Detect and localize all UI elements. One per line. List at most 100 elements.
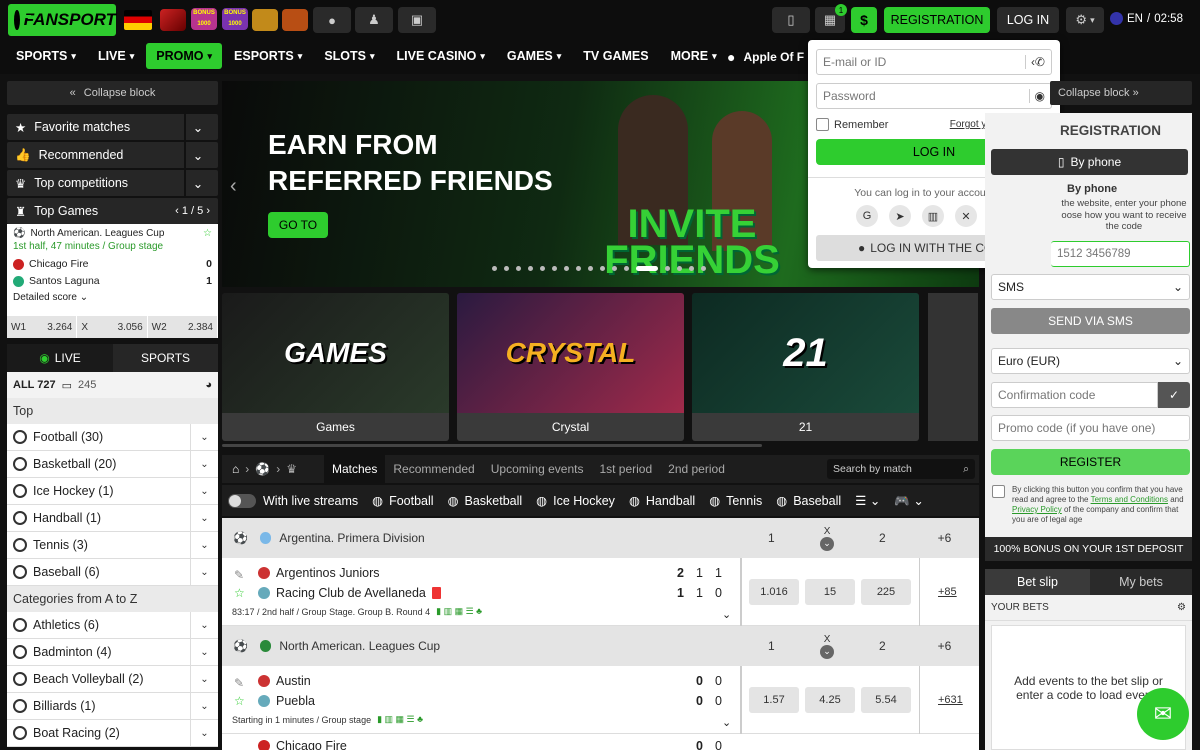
chevron-down-icon[interactable]: ⌄ — [190, 559, 218, 585]
top-game-match[interactable]: ⚽ North American. Leagues Cup ☆ 1st half, … — [7, 224, 218, 338]
banner-dot[interactable] — [689, 266, 694, 271]
menu-item-more[interactable]: MORE ▾ — [661, 43, 727, 69]
top-games[interactable]: ♜ Top Games ‹ 1 / 5 › — [7, 198, 218, 224]
globe-icon[interactable]: ◕ — [205, 379, 212, 391]
x-icon[interactable]: ✕ — [955, 205, 977, 227]
menu-item-promo[interactable]: PROMO ▾ — [146, 43, 223, 69]
login-button[interactable]: LOG IN — [997, 7, 1059, 33]
google-icon[interactable]: G — [856, 205, 878, 227]
chevron-down-icon[interactable]: ⌄ — [190, 478, 218, 504]
currency-select[interactable]: Euro (EUR) ⌄ — [991, 348, 1190, 374]
sport-item[interactable]: Ice Hockey (1) ⌄ — [7, 478, 218, 505]
tab-matches[interactable]: Matches — [324, 455, 386, 483]
chevron-down-icon[interactable]: ⌄ — [190, 424, 218, 450]
banner-dot[interactable] — [612, 266, 617, 271]
category-item[interactable]: Athletics (6) ⌄ — [7, 612, 218, 639]
banner-dot[interactable] — [540, 266, 545, 271]
banner-dot[interactable] — [552, 266, 557, 271]
match-row[interactable]: Chicago Fire 0 0 — [222, 734, 979, 750]
tab-2nd-period[interactable]: 2nd period — [660, 455, 733, 483]
banner-dot[interactable] — [701, 266, 706, 271]
search-icon[interactable]: ⌕ — [963, 463, 969, 476]
banner-dot[interactable] — [528, 266, 533, 271]
game-card-partial[interactable] — [928, 293, 978, 441]
banner-dot[interactable] — [665, 266, 670, 271]
pin-icon[interactable]: ✎ — [234, 676, 244, 690]
sport-item[interactable]: Baseball (6) ⌄ — [7, 559, 218, 586]
tab-1st-period[interactable]: 1st period — [591, 455, 660, 483]
expand-chevron-icon[interactable]: ⌄ — [722, 716, 731, 729]
sms-select[interactable]: SMS ⌄ — [991, 274, 1190, 300]
odd-w2[interactable]: W2 2.384 — [148, 316, 218, 338]
esports-icon[interactable]: 🎮 ⌄ — [894, 493, 924, 509]
odd-button[interactable]: 15 — [805, 579, 855, 605]
chevron-down-icon[interactable]: ⌄ — [190, 451, 218, 477]
filter-tennis[interactable]: ◍ Tennis — [709, 493, 762, 509]
tab-sports[interactable]: SPORTS — [113, 351, 218, 365]
gift-icon[interactable]: ▦ 1 — [815, 4, 847, 33]
menu-item-live[interactable]: LIVE ▾ — [88, 43, 144, 69]
carousel-scrollbar[interactable] — [222, 444, 762, 447]
award-icon[interactable]: ♟ — [355, 7, 393, 33]
bonus-banner[interactable]: 100% BONUS ON YOUR 1ST DEPOSIT — [985, 537, 1192, 561]
collapse-odds-icon[interactable]: ⌄ — [820, 644, 835, 659]
league-header[interactable]: ⚽ North American. Leagues Cup 1 X ⌄ 2 +6 — [222, 626, 979, 666]
chevron-down-icon[interactable]: ⌄ — [184, 170, 210, 196]
filter-football[interactable]: ◍ Football — [372, 493, 433, 509]
by-phone-tab[interactable]: ▯ By phone — [991, 149, 1188, 175]
match-row[interactable]: ✎ ☆ Argentinos Juniors 2 1 1 Racing Club de Av… — [222, 558, 979, 626]
game-card-21[interactable]: 21 21 — [692, 293, 919, 441]
tab-my-bets[interactable]: My bets — [1090, 575, 1192, 589]
sport-item[interactable]: Football (30) ⌄ — [7, 424, 218, 451]
menu-item-sports[interactable]: SPORTS ▾ — [6, 43, 86, 69]
menu-item-games[interactable]: GAMES ▾ — [497, 43, 571, 69]
checkbox-icon[interactable] — [816, 118, 829, 131]
register-button[interactable]: REGISTER — [991, 449, 1190, 475]
promo-code-input[interactable]: Promo code (if you have one) — [991, 415, 1190, 441]
odd-x[interactable]: X 3.056 — [77, 316, 148, 338]
remember-checkbox[interactable]: Remember — [816, 118, 888, 131]
collapse-block-right[interactable]: Collapse block » — [1050, 81, 1192, 105]
banner-dot[interactable] — [516, 266, 521, 271]
apple-promo-link[interactable]: ● Apple Of F — [727, 49, 804, 65]
email-input[interactable]: E-mail or ID ‹✆ — [816, 49, 1052, 75]
tab-bet-slip[interactable]: Bet slip — [985, 569, 1090, 595]
favorite-star-icon[interactable]: ☆ — [234, 586, 245, 600]
germany-flag-icon[interactable] — [124, 10, 152, 30]
terms-link[interactable]: Terms and Conditions — [1091, 495, 1168, 504]
home-icon[interactable]: ⌂ — [232, 462, 239, 476]
odd-w1[interactable]: W1 3.264 — [7, 316, 78, 338]
registration-button[interactable]: REGISTRATION — [884, 7, 990, 33]
eye-hidden-icon[interactable]: ◉ — [1028, 89, 1045, 103]
expand-chevron-icon[interactable]: ⌄ — [722, 608, 731, 621]
toggle-switch[interactable] — [228, 493, 256, 508]
phone-switch-icon[interactable]: ‹✆ — [1024, 55, 1045, 69]
stats-icons[interactable]: ▮ ▥ ▦ ☰ ♣ — [436, 606, 482, 617]
banner-dot[interactable] — [564, 266, 569, 271]
dollar-icon[interactable]: $ — [851, 7, 877, 33]
banner-dots[interactable] — [492, 266, 706, 271]
top-competitions[interactable]: ♛ Top competitions ⌄ — [7, 170, 218, 196]
confirmation-code-input[interactable]: Confirmation code — [991, 382, 1158, 408]
banner-dot[interactable] — [600, 266, 605, 271]
category-item[interactable]: Badminton (4) ⌄ — [7, 639, 218, 666]
pin-icon[interactable]: ✎ — [234, 568, 244, 582]
person-icon[interactable]: ● — [313, 7, 351, 33]
odd-button[interactable]: 1.016 — [749, 579, 799, 605]
favorite-star-icon[interactable]: ☆ — [203, 228, 212, 239]
favorite-matches[interactable]: ★ Favorite matches ⌄ — [7, 114, 218, 140]
filter-handball[interactable]: ◍ Handball — [629, 493, 695, 509]
chevron-down-icon[interactable]: ⌄ — [184, 114, 210, 140]
recommended[interactable]: 👍 Recommended ⌄ — [7, 142, 218, 168]
telegram-icon[interactable]: ➤ — [889, 205, 911, 227]
chevron-down-icon[interactable]: ⌄ — [190, 505, 218, 531]
filter-baseball[interactable]: ◍ Baseball — [776, 493, 841, 509]
menu-item-slots[interactable]: SLOTS ▾ — [314, 43, 384, 69]
banner-dot[interactable] — [504, 266, 509, 271]
contact-icon[interactable]: ▣ — [398, 7, 436, 33]
chevron-down-icon[interactable]: ⌄ — [190, 612, 218, 638]
favorite-star-icon[interactable]: ☆ — [234, 694, 245, 708]
chevron-down-icon[interactable]: ⌄ — [190, 532, 218, 558]
crown-promo-icon[interactable] — [252, 9, 278, 31]
sport-item[interactable]: Tennis (3) ⌄ — [7, 532, 218, 559]
